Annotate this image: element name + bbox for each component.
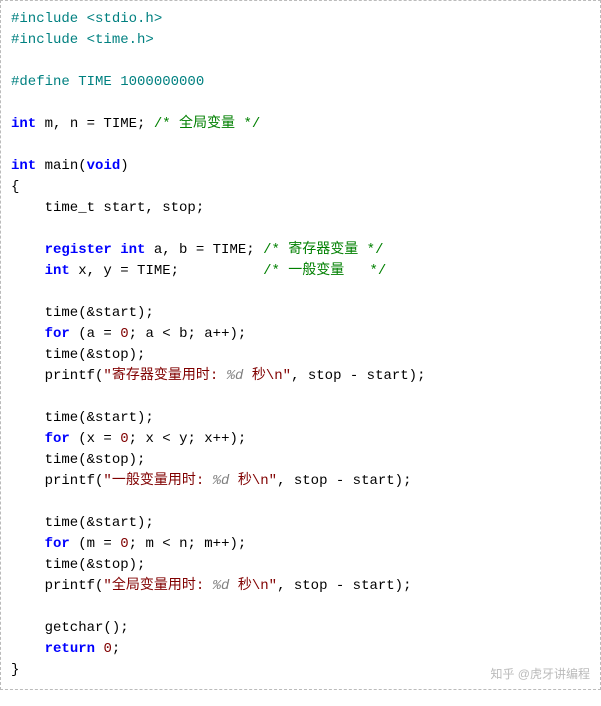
code-block: #include <stdio.h> #include <time.h> #de… xyxy=(0,0,601,690)
code-text: (x = xyxy=(70,431,120,447)
keyword: return xyxy=(45,641,95,657)
keyword: for xyxy=(45,326,70,342)
keyword: void xyxy=(87,158,121,174)
comment: /* 全局变量 */ xyxy=(154,116,260,132)
code-text: ; xyxy=(112,641,120,657)
code-text: m, n = TIME; xyxy=(36,116,154,132)
code-content: #include <stdio.h> #include <time.h> #de… xyxy=(11,9,590,681)
code-text: ; x < y; x++); xyxy=(129,431,247,447)
number: 0 xyxy=(120,536,128,552)
code-text: main( xyxy=(36,158,86,174)
code-text: x, y = TIME; xyxy=(70,263,263,279)
number: 0 xyxy=(120,431,128,447)
format-spec: %d xyxy=(227,368,244,384)
keyword: int xyxy=(45,263,70,279)
comment: /* 一般变量 */ xyxy=(263,263,386,279)
string: "一般变量用时: xyxy=(103,473,212,489)
string: "寄存器变量用时: xyxy=(103,368,226,384)
string: 秒\n" xyxy=(229,578,277,594)
code-text: ; m < n; m++); xyxy=(129,536,247,552)
code-text: time(&start); xyxy=(11,305,154,321)
code-text: time(&stop); xyxy=(11,452,145,468)
code-text xyxy=(11,326,45,342)
code-text: time(&start); xyxy=(11,515,154,531)
string: "全局变量用时: xyxy=(103,578,212,594)
code-text: , stop - start); xyxy=(277,578,411,594)
keyword: for xyxy=(45,431,70,447)
code-text xyxy=(11,263,45,279)
string: 秒\n" xyxy=(243,368,291,384)
number: 0 xyxy=(103,641,111,657)
code-text: getchar(); xyxy=(11,620,129,636)
keyword: int xyxy=(11,116,36,132)
code-text: time_t start, stop; xyxy=(11,200,204,216)
code-text: (a = xyxy=(70,326,120,342)
comment: /* 寄存器变量 */ xyxy=(263,242,383,258)
format-spec: %d xyxy=(213,578,230,594)
code-text: time(&stop); xyxy=(11,347,145,363)
code-text xyxy=(11,431,45,447)
preproc-line: #include <time.h> xyxy=(11,32,154,48)
format-spec: %d xyxy=(213,473,230,489)
keyword: for xyxy=(45,536,70,552)
code-text: (m = xyxy=(70,536,120,552)
code-text xyxy=(11,641,45,657)
code-text: } xyxy=(11,662,19,678)
string: 秒\n" xyxy=(229,473,277,489)
keyword: register int xyxy=(45,242,146,258)
code-text: a, b = TIME; xyxy=(145,242,263,258)
code-text: ) xyxy=(120,158,128,174)
code-text: printf( xyxy=(11,473,103,489)
number: 0 xyxy=(120,326,128,342)
code-text: printf( xyxy=(11,578,103,594)
keyword: int xyxy=(11,158,36,174)
code-text: , stop - start); xyxy=(277,473,411,489)
code-text: printf( xyxy=(11,368,103,384)
code-text: , stop - start); xyxy=(291,368,425,384)
code-text xyxy=(11,242,45,258)
preproc-line: #include <stdio.h> xyxy=(11,11,162,27)
code-text: ; a < b; a++); xyxy=(129,326,247,342)
code-text: { xyxy=(11,179,19,195)
preproc-line: #define TIME 1000000000 xyxy=(11,74,204,90)
code-text: time(&start); xyxy=(11,410,154,426)
code-text xyxy=(11,536,45,552)
code-text: time(&stop); xyxy=(11,557,145,573)
